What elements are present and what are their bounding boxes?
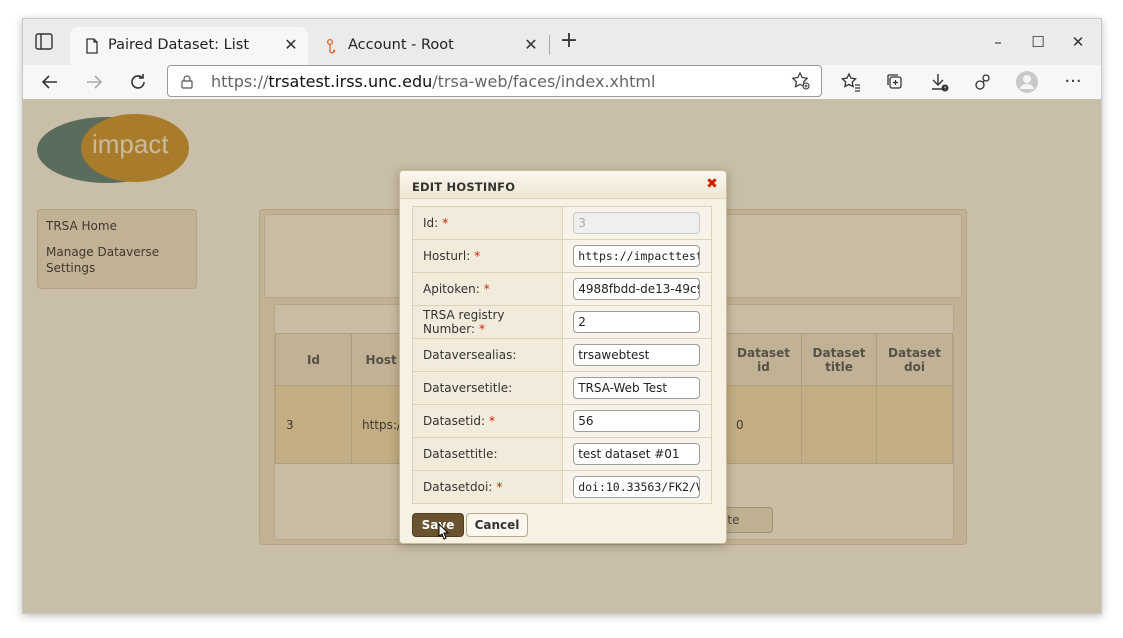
dialog-title: EDIT HOSTINFO bbox=[412, 180, 516, 194]
field-label: Hosturl: * bbox=[411, 239, 564, 273]
downloads-icon[interactable] bbox=[926, 69, 952, 95]
tab-separator bbox=[549, 35, 550, 55]
label-text: Apitoken: bbox=[423, 282, 480, 296]
dataversetitle-field[interactable]: TRSA-Web Test bbox=[573, 377, 701, 399]
more-options-icon[interactable]: ··· bbox=[1060, 69, 1086, 95]
browser-window: Paired Dataset: List ✕ Account - Root ✕ … bbox=[22, 18, 1102, 614]
label-text: Datasetdoi: bbox=[423, 480, 493, 494]
required-marker: * bbox=[479, 322, 486, 336]
label-text: TRSA registry Number: bbox=[423, 308, 505, 336]
gitlab-icon bbox=[324, 38, 340, 54]
label-text: Dataversealias: bbox=[423, 348, 517, 362]
dataversealias-field[interactable]: trsawebtest bbox=[573, 344, 701, 366]
label-text: Dataversetitle: bbox=[423, 381, 513, 395]
add-favorite-icon[interactable] bbox=[791, 71, 811, 91]
trsa-registry-number-field[interactable]: 2 bbox=[573, 311, 701, 333]
required-marker: * bbox=[489, 414, 495, 428]
required-marker: * bbox=[442, 216, 449, 230]
field-cell: 3 bbox=[562, 206, 712, 240]
form-row-dataversetitle: Dataversetitle: TRSA-Web Test bbox=[411, 371, 712, 405]
field-label: Datasetid: * bbox=[411, 404, 564, 438]
field-cell: TRSA-Web Test bbox=[562, 371, 712, 405]
field-cell: trsawebtest bbox=[562, 338, 712, 372]
page-viewport: impact TRSA Home Manage Dataverse Settin… bbox=[23, 99, 1101, 613]
new-tab-icon[interactable]: + bbox=[558, 30, 580, 53]
form-row-trsa-registry-number: TRSA registry Number: * 2 bbox=[411, 305, 712, 339]
forward-icon[interactable] bbox=[81, 69, 107, 95]
field-label: Datasetdoi: * bbox=[411, 470, 564, 504]
field-label: TRSA registry Number: * bbox=[411, 305, 564, 339]
page-icon bbox=[84, 38, 100, 54]
cancel-button[interactable]: Cancel bbox=[466, 513, 528, 537]
apitoken-field[interactable]: 4988fbdd-de13-49c9-a bbox=[573, 278, 701, 300]
field-cell: 4988fbdd-de13-49c9-a bbox=[562, 272, 712, 306]
mouse-cursor-icon bbox=[436, 522, 450, 543]
form-row-datasettitle: Datasettitle: test dataset #01 bbox=[411, 437, 712, 471]
tab-account-root[interactable]: Account - Root ✕ bbox=[310, 27, 548, 65]
field-label: Apitoken: * bbox=[411, 272, 564, 306]
close-tab-icon[interactable]: ✕ bbox=[524, 37, 538, 53]
close-icon[interactable]: ✖ bbox=[706, 177, 718, 191]
close-tab-icon[interactable]: ✕ bbox=[284, 37, 298, 53]
field-label: Id: * bbox=[411, 206, 564, 240]
required-marker: * bbox=[496, 480, 503, 494]
url-path: /trsa-web/faces/index.xhtml bbox=[432, 72, 656, 91]
field-cell: doi:10.33563/FK2/VYF bbox=[562, 470, 712, 504]
label-text: Datasettitle: bbox=[423, 447, 498, 461]
refresh-icon[interactable] bbox=[125, 69, 151, 95]
form-row-datasetdoi: Datasetdoi:* doi:10.33563/FK2/VYF bbox=[411, 470, 712, 504]
form-row-id: Id: * 3 bbox=[411, 206, 712, 240]
url-text: https://trsatest.irss.unc.edu/trsa-web/f… bbox=[211, 72, 655, 91]
url-host: trsatest.irss.unc.edu bbox=[268, 72, 433, 91]
form-row-hosturl: Hosturl:* https://impacttest.irs bbox=[411, 239, 712, 273]
maximize-icon[interactable]: ☐ bbox=[1027, 31, 1049, 53]
field-cell: 56 bbox=[562, 404, 712, 438]
datasetdoi-field[interactable]: doi:10.33563/FK2/VYF bbox=[573, 476, 701, 498]
form-row-dataversealias: Dataversealias: trsawebtest bbox=[411, 338, 712, 372]
edit-hostinfo-dialog: EDIT HOSTINFO ✖ Id: * 3 Hosturl: * https:/… bbox=[399, 170, 727, 544]
field-cell: https://impacttest.irs bbox=[562, 239, 712, 273]
label-text: Datasetid: bbox=[423, 414, 485, 428]
datasetid-field[interactable]: 56 bbox=[573, 410, 701, 432]
dialog-header[interactable]: EDIT HOSTINFO ✖ bbox=[400, 171, 726, 199]
form-row-datasetid: Datasetid: * 56 bbox=[411, 404, 712, 438]
field-label: Dataversealias: bbox=[411, 338, 564, 372]
collections-icon[interactable] bbox=[882, 69, 908, 95]
tab-bar: Paired Dataset: List ✕ Account - Root ✕ … bbox=[23, 19, 1101, 65]
favorites-icon[interactable] bbox=[838, 69, 864, 95]
lock-icon[interactable] bbox=[180, 74, 194, 89]
tab-paired-dataset[interactable]: Paired Dataset: List ✕ bbox=[70, 27, 308, 65]
required-marker: * bbox=[483, 282, 490, 296]
required-marker: * bbox=[474, 249, 481, 263]
field-label: Datasettitle: bbox=[411, 437, 564, 471]
field-label: Dataversetitle: bbox=[411, 371, 564, 405]
url-prefix: https:// bbox=[211, 72, 269, 91]
form-row-apitoken: Apitoken:* 4988fbdd-de13-49c9-a bbox=[411, 272, 712, 306]
label-text: Hosturl: bbox=[423, 249, 471, 263]
tab-actions-icon[interactable] bbox=[35, 33, 55, 51]
navigation-bar: https://trsatest.irss.unc.edu/trsa-web/f… bbox=[23, 65, 1101, 99]
extensions-icon[interactable] bbox=[970, 69, 996, 95]
tab-title: Account - Root bbox=[348, 37, 454, 53]
hostinfo-form: Id:* 3 Hosturl:* https://impacttest.irs … bbox=[411, 206, 712, 504]
minimize-icon[interactable]: – bbox=[987, 31, 1009, 53]
tab-title: Paired Dataset: List bbox=[108, 37, 250, 53]
address-bar[interactable]: https://trsatest.irss.unc.edu/trsa-web/f… bbox=[167, 65, 822, 97]
datasettitle-field[interactable]: test dataset #01 bbox=[573, 443, 701, 465]
field-cell: test dataset #01 bbox=[562, 437, 712, 471]
profile-avatar-icon[interactable] bbox=[1014, 69, 1040, 95]
field-cell: 2 bbox=[562, 305, 712, 339]
close-window-icon[interactable]: ✕ bbox=[1067, 31, 1089, 53]
label-text: Id: bbox=[423, 216, 439, 230]
back-icon[interactable] bbox=[37, 69, 63, 95]
id-field: 3 bbox=[573, 212, 701, 234]
hosturl-field[interactable]: https://impacttest.irs bbox=[573, 245, 701, 267]
